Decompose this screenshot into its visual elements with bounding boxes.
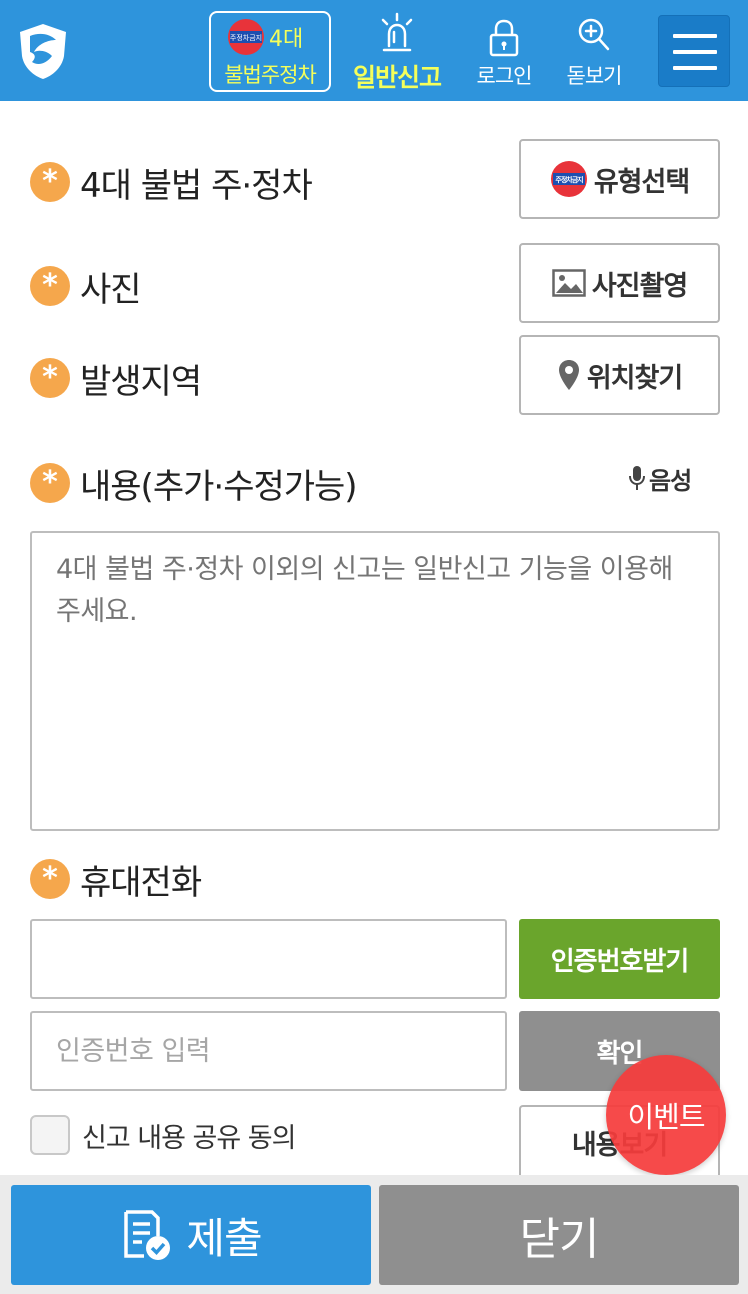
content-textarea[interactable]: [30, 531, 720, 831]
type-row-label: * 4대 불법 주·정차: [30, 160, 313, 206]
verification-code-input[interactable]: [30, 1011, 507, 1091]
hamburger-menu-icon: [673, 34, 717, 38]
voice-input-button[interactable]: 음성: [628, 458, 692, 498]
required-asterisk-icon: *: [30, 859, 70, 899]
required-asterisk-icon: *: [30, 162, 70, 202]
siren-icon: [381, 12, 413, 52]
microphone-icon: [629, 466, 645, 490]
general-report-button[interactable]: 일반신고: [345, 10, 449, 92]
phone-label: 휴대전화: [80, 862, 202, 903]
content-row-label: * 내용(추가·수정가능): [30, 461, 358, 507]
submit-button[interactable]: 제출: [11, 1185, 371, 1285]
illegal-parking-count: 4대: [269, 27, 304, 52]
type-label: 4대 불법 주·정차: [80, 165, 313, 206]
photo-row-label: * 사진: [30, 264, 142, 310]
login-label: 로그인: [476, 64, 533, 88]
select-type-label: 유형선택: [593, 166, 690, 198]
location-label: 발생지역: [80, 361, 202, 402]
document-check-icon: [124, 1210, 171, 1260]
no-parking-badge-icon: 주정차금지: [228, 19, 264, 55]
close-label: 닫기: [519, 1214, 600, 1265]
magnifier-label: 돋보기: [566, 64, 623, 88]
share-consent-label: 신고 내용 공유 동의: [82, 1122, 296, 1154]
map-pin-icon: [558, 360, 579, 390]
shield-logo-icon[interactable]: [16, 22, 70, 80]
illegal-parking-label: 불법주정차: [224, 63, 317, 87]
request-code-button[interactable]: 인증번호받기: [519, 919, 720, 999]
close-button[interactable]: 닫기: [379, 1185, 739, 1285]
photo-label: 사진: [80, 269, 142, 310]
phone-row-label: * 휴대전화: [30, 857, 202, 903]
required-asterisk-icon: *: [30, 463, 70, 503]
no-parking-badge-icon: 주정차금지: [550, 161, 587, 197]
image-icon: [552, 269, 586, 297]
required-asterisk-icon: *: [30, 358, 70, 398]
request-code-label: 인증번호받기: [550, 946, 690, 977]
take-photo-button[interactable]: 사진촬영: [519, 243, 720, 323]
share-consent-row: 신고 내용 공유 동의: [30, 1114, 296, 1156]
top-header: 주정차금지 4대 불법주정차 일반신고 로그인 돋보기: [0, 0, 748, 101]
select-type-button[interactable]: 주정차금지 유형선택: [519, 139, 720, 219]
take-photo-label: 사진촬영: [591, 270, 688, 302]
submit-label: 제출: [186, 1213, 262, 1263]
illegal-parking-button[interactable]: 주정차금지 4대 불법주정차: [209, 11, 331, 92]
phone-input[interactable]: [30, 919, 507, 999]
svg-text:주정차금지: 주정차금지: [555, 175, 583, 184]
required-asterisk-icon: *: [30, 266, 70, 306]
lock-icon: [489, 19, 519, 57]
event-floating-button[interactable]: 이벤트: [606, 1055, 726, 1175]
hamburger-menu-button[interactable]: [658, 15, 730, 87]
share-consent-checkbox[interactable]: [30, 1115, 70, 1155]
content-label: 내용(추가·수정가능): [80, 466, 358, 507]
login-button[interactable]: 로그인: [468, 10, 540, 92]
general-report-label: 일반신고: [352, 63, 442, 92]
magnifier-button[interactable]: 돋보기: [556, 10, 632, 92]
voice-label: 음성: [649, 466, 692, 495]
hamburger-menu-icon: [673, 66, 717, 70]
location-row-label: * 발생지역: [30, 356, 202, 402]
find-location-button[interactable]: 위치찾기: [519, 335, 720, 415]
hamburger-menu-icon: [673, 50, 717, 54]
event-label: 이벤트: [627, 1100, 705, 1134]
svg-text:주정차금지: 주정차금지: [230, 33, 262, 42]
find-location-label: 위치찾기: [586, 362, 683, 394]
zoom-in-icon: [578, 18, 610, 51]
